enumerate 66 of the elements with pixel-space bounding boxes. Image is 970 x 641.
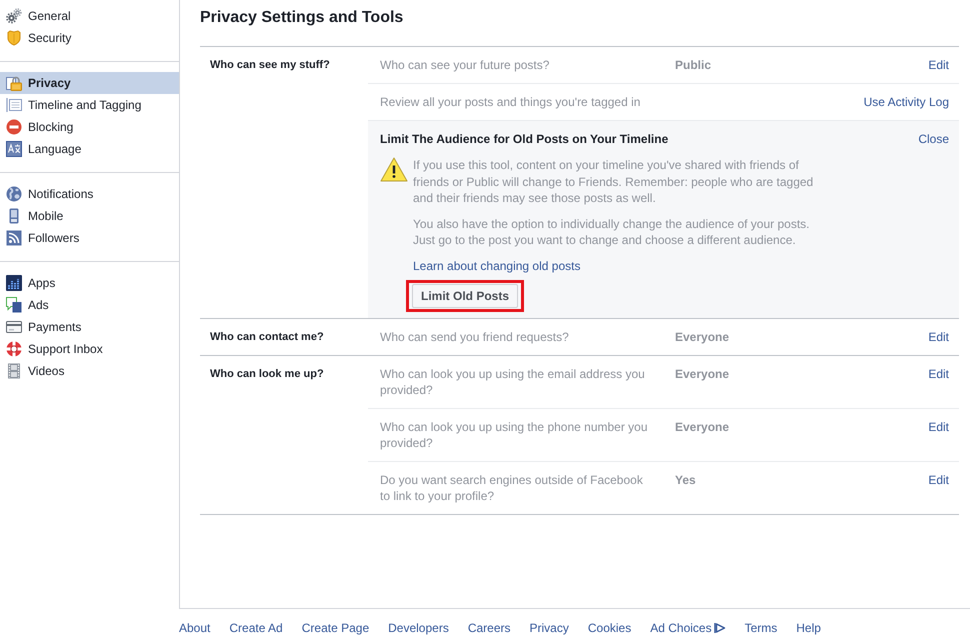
- setting-question: Do you want search engines outside of Facebook to link to your profile?: [380, 472, 644, 504]
- action-link[interactable]: Edit: [928, 419, 949, 435]
- sidebar-item[interactable]: Support Inbox: [0, 338, 179, 360]
- globe-icon: [6, 186, 22, 202]
- gears-icon: [6, 8, 22, 24]
- limit-button[interactable]: Limit Old Posts: [412, 284, 518, 308]
- sidebar-item[interactable]: Timeline and Tagging: [0, 94, 179, 116]
- setting-value: Public: [675, 58, 712, 72]
- section-heading: Who can see my stuff?: [209, 58, 331, 72]
- play-triangle-icon: [714, 622, 726, 634]
- footer-link[interactable]: Terms: [744, 620, 778, 636]
- no-entry-icon: [6, 119, 22, 135]
- page-title: Privacy Settings and Tools: [200, 8, 404, 28]
- action-link[interactable]: Use Activity Log: [864, 94, 949, 110]
- setting-question: Who can look you up using the phone number you provided?: [380, 419, 649, 451]
- section-heading: Who can contact me?: [209, 330, 325, 344]
- footer-link[interactable]: Help: [796, 620, 821, 636]
- setting-value: Everyone: [675, 420, 730, 434]
- sidebar-item[interactable]: Notifications: [0, 183, 179, 205]
- sidebar-item[interactable]: Blocking: [0, 116, 179, 138]
- info-text: If you use this tool, content on your timeline you've shared with friends of friends or Public will change to Friends. Remember: people who are tagged and their friends may see those posts as well.: [413, 157, 814, 206]
- footer-link[interactable]: Cookies: [588, 620, 632, 636]
- rss-icon: [6, 230, 22, 246]
- sidebar-item[interactable]: Apps: [0, 272, 179, 294]
- shield-icon: [6, 30, 22, 46]
- setting-question: Who can see your future posts?: [380, 57, 550, 73]
- learn-link[interactable]: Learn about changing old posts: [413, 258, 580, 274]
- action-link[interactable]: Edit: [928, 472, 949, 488]
- action-link[interactable]: Edit: [928, 329, 949, 345]
- section-heading: Who can look me up?: [209, 367, 325, 381]
- credit-card-icon: [6, 319, 22, 335]
- close-link[interactable]: Close: [918, 131, 949, 147]
- lifebuoy-icon: [6, 341, 22, 357]
- speech-bubble-icon: [6, 297, 22, 313]
- sidebar-item[interactable]: General: [0, 5, 179, 27]
- footer-link[interactable]: Developers: [388, 620, 449, 636]
- padlock-icon: [6, 75, 22, 91]
- panel-title: Limit The Audience for Old Posts on Your Timeline: [380, 131, 668, 147]
- setting-value: Everyone: [675, 330, 730, 344]
- setting-question: Who can send you friend requests?: [380, 329, 570, 345]
- translate-icon: [6, 141, 22, 157]
- footer-link[interactable]: Create Page: [302, 620, 370, 636]
- sidebar-item[interactable]: Privacy: [0, 72, 179, 94]
- sidebar-item[interactable]: Payments: [0, 316, 179, 338]
- action-link[interactable]: Edit: [928, 366, 949, 382]
- action-link[interactable]: Edit: [928, 57, 949, 73]
- footer-link[interactable]: About: [179, 620, 210, 636]
- setting-value: Everyone: [675, 367, 730, 381]
- list-icon: [6, 97, 22, 113]
- bar-chart-icon: [6, 275, 22, 291]
- film-strip-icon: [6, 363, 22, 379]
- sidebar-item[interactable]: Videos: [0, 360, 179, 382]
- footer-link[interactable]: Create Ad: [229, 620, 283, 636]
- sidebar-item[interactable]: Followers: [0, 227, 179, 249]
- footer-link[interactable]: Privacy: [530, 620, 569, 636]
- setting-question: Review all your posts and things you're tagged in: [380, 94, 642, 110]
- sidebar-item[interactable]: Security: [0, 27, 179, 49]
- footer-link[interactable]: Careers: [468, 620, 511, 636]
- warning-icon: [380, 157, 408, 182]
- sidebar-item[interactable]: Language: [0, 138, 179, 160]
- sidebar-item[interactable]: Ads: [0, 294, 179, 316]
- footer-link[interactable]: Ad Choices: [650, 620, 726, 636]
- setting-question: Who can look you up using the email address you provided?: [380, 366, 646, 398]
- info-text: You also have the option to individually change the audience of your posts. Just go to the post you want to change and choose a different audience.: [413, 216, 811, 248]
- sidebar-item[interactable]: Mobile: [0, 205, 179, 227]
- setting-value: Yes: [675, 473, 696, 487]
